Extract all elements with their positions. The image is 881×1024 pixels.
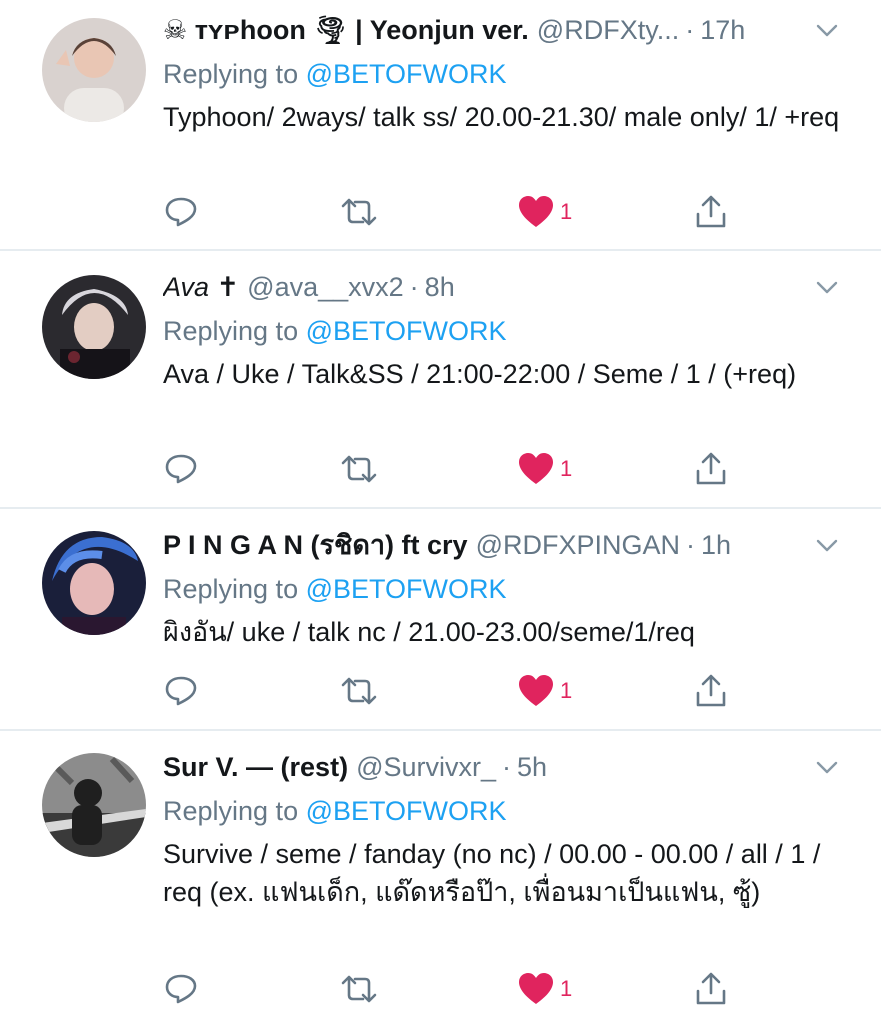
separator-dot: · [686, 530, 695, 560]
share-button[interactable] [693, 969, 729, 1009]
reply-mention-link[interactable]: @BETOFWORK [306, 59, 507, 89]
tweet[interactable]: ☠ ᴛʏᴘhoon 🌪 | Yeonjun ver. @RDFXty... · … [0, 0, 881, 250]
tweet-text: Survive / seme / fanday (no nc) / 00.00 … [163, 839, 821, 907]
like-button[interactable]: 1 [518, 449, 572, 489]
tweet[interactable]: P I N G A N (รชิดา) ft cry @RDFXPINGAN ·… [0, 509, 881, 729]
retweet-icon [341, 455, 377, 483]
display-name[interactable]: Ava ✝ [163, 269, 239, 305]
action-bar: 1 [163, 671, 763, 711]
reply-icon [165, 974, 197, 1004]
timestamp[interactable]: 1h [701, 527, 731, 563]
separator-dot: · [685, 15, 695, 45]
display-name[interactable]: Sur V. — (rest) [163, 749, 348, 785]
heart-icon [519, 675, 553, 706]
reply-prefix: Replying to [163, 796, 306, 826]
share-button[interactable] [693, 449, 729, 489]
reply-prefix: Replying to [163, 574, 306, 604]
retweet-button[interactable] [339, 671, 379, 711]
action-bar: 1 [163, 449, 763, 489]
reply-button[interactable] [163, 671, 199, 711]
action-bar: 1 [163, 192, 763, 232]
reply-button[interactable] [163, 192, 199, 232]
reply-mention-link[interactable]: @BETOFWORK [306, 796, 507, 826]
share-icon [696, 972, 726, 1005]
like-count: 1 [560, 976, 573, 1001]
display-name[interactable]: ☠ ᴛʏᴘhoon 🌪 | Yeonjun ver. [163, 12, 529, 48]
retweet-icon [341, 677, 377, 705]
avatar[interactable] [42, 275, 146, 379]
replying-to: Replying to @BETOFWORK [163, 313, 841, 349]
reply-feed: ☠ ᴛʏᴘhoon 🌪 | Yeonjun ver. @RDFXty... · … [0, 0, 881, 1024]
timestamp[interactable]: 17h [700, 12, 745, 48]
avatar[interactable] [42, 531, 146, 635]
retweet-icon [341, 198, 377, 226]
chevron-down-icon[interactable] [813, 531, 841, 559]
share-button[interactable] [693, 192, 729, 232]
reply-mention-link[interactable]: @BETOFWORK [306, 316, 507, 346]
tweet-text: ผิงอัน/ uke / talk nc / 21.00-23.00/seme… [163, 617, 695, 647]
tweet[interactable]: Ava ✝ @ava__xvx2 · 8h Replying to @BETOF… [0, 251, 881, 507]
like-button[interactable]: 1 [518, 192, 572, 232]
replying-to: Replying to @BETOFWORK [163, 571, 841, 607]
user-handle[interactable]: @RDFXPINGAN [476, 527, 680, 563]
reply-prefix: Replying to [163, 59, 306, 89]
reply-button[interactable] [163, 969, 199, 1009]
action-bar: 1 [163, 969, 763, 1009]
heart-icon [519, 973, 553, 1004]
like-count: 1 [560, 199, 573, 224]
reply-mention-link[interactable]: @BETOFWORK [306, 574, 507, 604]
like-button[interactable]: 1 [518, 969, 572, 1009]
separator-dot: · [409, 272, 419, 302]
retweet-icon [341, 975, 377, 1003]
timestamp[interactable]: 5h [517, 749, 547, 785]
separator-dot: · [502, 752, 511, 782]
tweet[interactable]: Sur V. — (rest) @Survivxr_ · 5h Replying… [0, 731, 881, 1024]
like-count: 1 [560, 678, 573, 703]
tweet-text: Ava / Uke / Talk&SS / 21:00-22:00 / Seme… [163, 359, 797, 389]
user-handle[interactable]: @RDFXty... [537, 12, 679, 48]
chevron-down-icon[interactable] [813, 16, 841, 44]
reply-icon [165, 197, 197, 227]
display-name[interactable]: P I N G A N (รชิดา) ft cry [163, 527, 468, 563]
share-icon [696, 195, 726, 228]
chevron-down-icon[interactable] [813, 753, 841, 781]
share-icon [696, 674, 726, 707]
timestamp[interactable]: 8h [425, 269, 455, 305]
chevron-down-icon[interactable] [813, 273, 841, 301]
retweet-button[interactable] [339, 192, 379, 232]
avatar[interactable] [42, 18, 146, 122]
tweet-text: Typhoon/ 2ways/ talk ss/ 20.00-21.30/ ma… [163, 102, 840, 132]
reply-icon [165, 454, 197, 484]
like-count: 1 [560, 456, 573, 481]
reply-prefix: Replying to [163, 316, 306, 346]
reply-button[interactable] [163, 449, 199, 489]
like-button[interactable]: 1 [518, 671, 572, 711]
user-handle[interactable]: @Survivxr_ [356, 749, 496, 785]
heart-icon [519, 453, 553, 484]
retweet-button[interactable] [339, 449, 379, 489]
replying-to: Replying to @BETOFWORK [163, 793, 841, 829]
heart-icon [519, 196, 553, 227]
avatar[interactable] [42, 753, 146, 857]
reply-icon [165, 676, 197, 706]
retweet-button[interactable] [339, 969, 379, 1009]
share-icon [696, 452, 726, 485]
replying-to: Replying to @BETOFWORK [163, 56, 841, 92]
user-handle[interactable]: @ava__xvx2 [247, 269, 404, 305]
share-button[interactable] [693, 671, 729, 711]
